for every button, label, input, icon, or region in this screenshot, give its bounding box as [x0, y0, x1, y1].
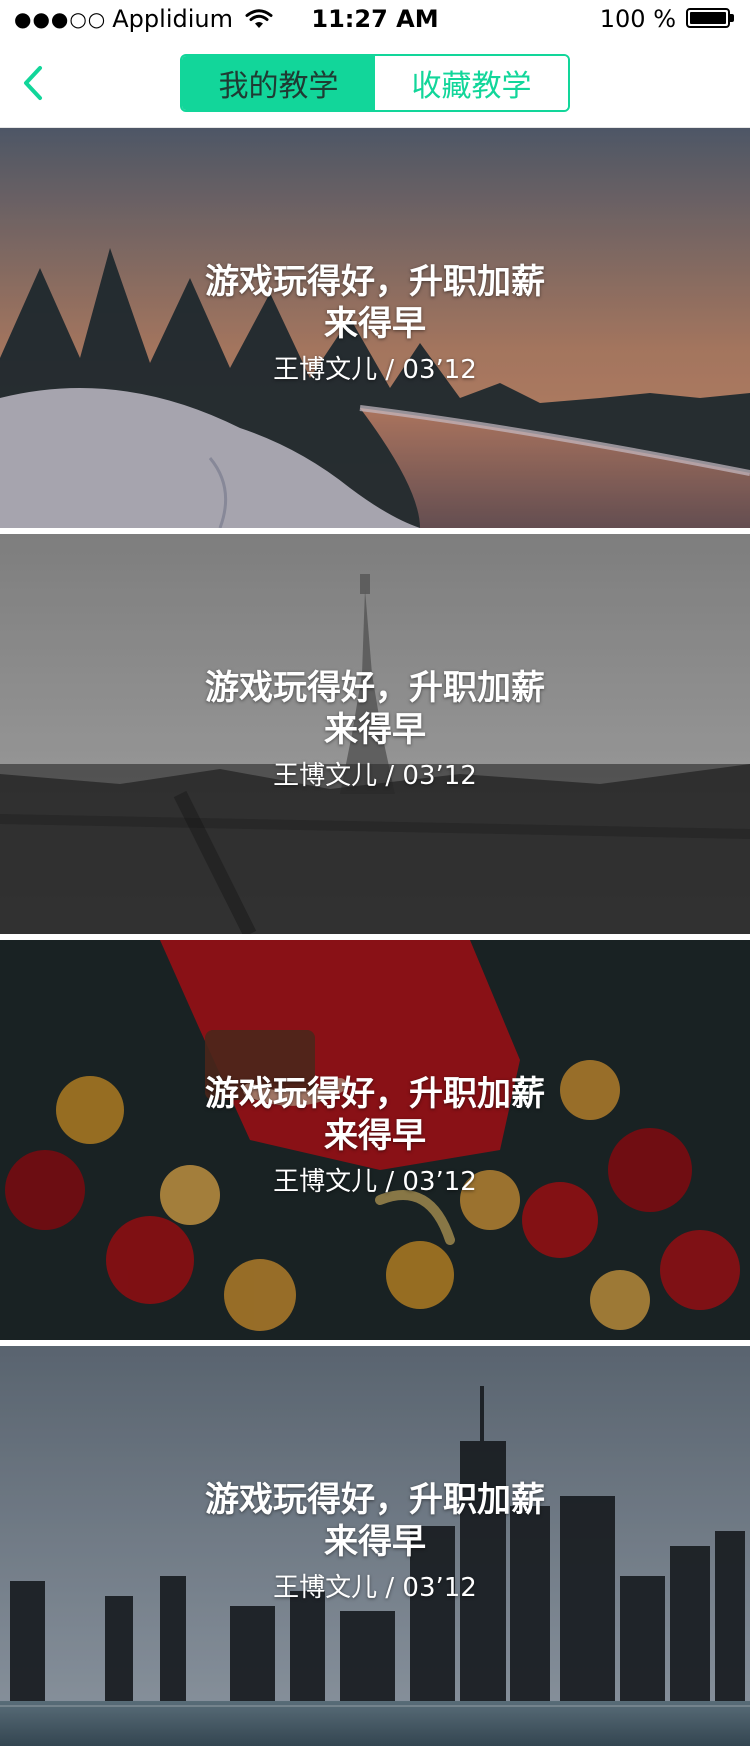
- status-bar: ●●●○○ Applidium 11:27 AM 100 %: [0, 0, 750, 38]
- card-text: 游戏玩得好，升职加薪来得早 王博文儿 / 03’12: [0, 940, 750, 1340]
- segmented-control: 我的教学 收藏教学: [180, 54, 570, 112]
- card-title: 游戏玩得好，升职加薪来得早: [205, 1480, 545, 1562]
- teaching-card[interactable]: 游戏玩得好，升职加薪来得早 王博文儿 / 03’12: [0, 1346, 750, 1746]
- battery-icon: [686, 8, 736, 30]
- battery-percentage: 100 %: [599, 5, 676, 33]
- card-text: 游戏玩得好，升职加薪来得早 王博文儿 / 03’12: [0, 128, 750, 528]
- teaching-card[interactable]: 游戏玩得好，升职加薪来得早 王博文儿 / 03’12: [0, 128, 750, 528]
- card-title: 游戏玩得好，升职加薪来得早: [205, 668, 545, 750]
- tab-my-teaching[interactable]: 我的教学: [182, 56, 375, 110]
- card-meta: 王博文儿 / 03’12: [273, 1167, 477, 1197]
- back-button[interactable]: [14, 62, 54, 104]
- card-meta: 王博文儿 / 03’12: [273, 355, 477, 385]
- status-right: 100 %: [600, 5, 736, 33]
- card-title: 游戏玩得好，升职加薪来得早: [205, 262, 545, 344]
- app-screen: ●●●○○ Applidium 11:27 AM 100 % 我的教学 收藏教学…: [0, 0, 750, 1746]
- teaching-card[interactable]: 游戏玩得好，升职加薪来得早 王博文儿 / 03’12: [0, 940, 750, 1340]
- chevron-left-icon: [24, 66, 42, 100]
- tab-favorite-teaching[interactable]: 收藏教学: [375, 56, 568, 110]
- card-meta: 王博文儿 / 03’12: [273, 1573, 477, 1603]
- teaching-card[interactable]: 游戏玩得好，升职加薪来得早 王博文儿 / 03’12: [0, 534, 750, 934]
- card-title: 游戏玩得好，升职加薪来得早: [205, 1074, 545, 1156]
- card-text: 游戏玩得好，升职加薪来得早 王博文儿 / 03’12: [0, 1346, 750, 1746]
- navigation-bar: 我的教学 收藏教学: [0, 38, 750, 128]
- card-text: 游戏玩得好，升职加薪来得早 王博文儿 / 03’12: [0, 534, 750, 934]
- battery-body: [686, 8, 730, 28]
- card-meta: 王博文儿 / 03’12: [273, 761, 477, 791]
- battery-tip: [730, 14, 734, 22]
- battery-fill: [690, 12, 726, 24]
